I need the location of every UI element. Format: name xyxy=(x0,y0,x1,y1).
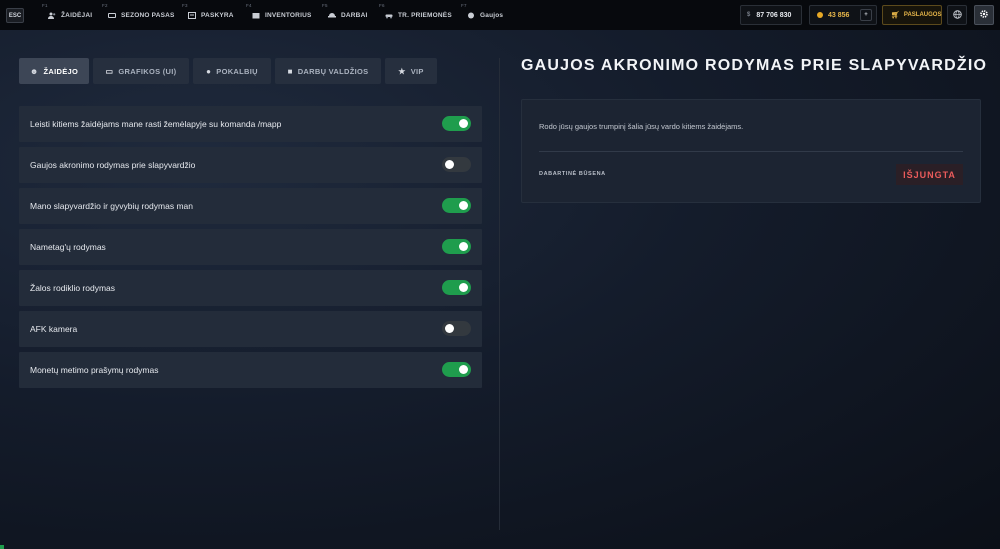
nav-label: Darbai xyxy=(341,11,368,19)
detail-divider xyxy=(539,151,963,152)
tab-label: ŽAIDĖJO xyxy=(43,66,79,76)
pass-icon xyxy=(108,12,116,19)
nav-key: F6 xyxy=(379,3,385,8)
panel-divider xyxy=(499,58,500,530)
setting-label: AFK kamera xyxy=(30,324,78,334)
status-badge: IŠJUNGTA xyxy=(896,164,963,185)
globe-icon xyxy=(952,9,962,21)
nav-account[interactable]: F3 Paskyra xyxy=(182,0,234,30)
esc-button[interactable]: ESC xyxy=(6,8,24,23)
tab-label: DARBŲ VALDŽIOS xyxy=(297,66,369,76)
chat-icon: ● xyxy=(206,66,212,76)
toggle-knob xyxy=(445,160,454,169)
tab-label: GRAFIKOS (UI) xyxy=(118,66,177,76)
nav-label: Inventorius xyxy=(265,11,312,19)
monitor-icon: ▭ xyxy=(105,66,114,76)
nav-season-pass[interactable]: F2 Sezono pasas xyxy=(102,0,175,30)
tab-vip[interactable]: ★ VIP xyxy=(385,58,437,84)
coin-icon xyxy=(817,12,823,18)
nav-key: F2 xyxy=(102,3,108,8)
nav-label: Paskyra xyxy=(201,11,234,19)
tab-label: POKALBIŲ xyxy=(216,66,258,76)
tab-graphics[interactable]: ▭ GRAFIKOS (UI) xyxy=(93,58,189,84)
setting-label: Mano slapyvardžio ir gyvybių rodymas man xyxy=(30,201,193,211)
star-icon: ★ xyxy=(398,66,406,76)
setting-row: Monetų metimo prašymų rodymas xyxy=(19,352,482,388)
setting-label: Leisti kitiems žaidėjams mane rasti žemė… xyxy=(30,119,282,129)
detail-card: Rodo jūsų gaujos trumpinį šalia jūsų var… xyxy=(521,99,981,203)
nav-key: F5 xyxy=(322,3,328,8)
vehicle-icon xyxy=(385,12,393,19)
setting-label: Nametag'ų rodymas xyxy=(30,242,106,252)
tab-player[interactable]: ☻ ŽAIDĖJO xyxy=(19,58,89,84)
tab-chat[interactable]: ● POKALBIŲ xyxy=(193,58,271,84)
toggle-knob xyxy=(459,242,468,251)
money-display: $ 87 706 830 xyxy=(740,5,802,25)
jobs-icon xyxy=(328,12,336,19)
toggle-knob xyxy=(459,283,468,292)
top-bar: ESC F1 Žaidėjai F2 Sezono pasas F3 Pasky… xyxy=(0,0,1000,30)
nav-key: F1 xyxy=(42,3,48,8)
setting-toggle[interactable] xyxy=(442,280,471,295)
setting-row: AFK kamera xyxy=(19,311,482,347)
currency-symbol: $ xyxy=(747,12,751,18)
user-icon: ☻ xyxy=(29,66,39,76)
cart-icon: 🛒︎ xyxy=(891,12,900,19)
gear-icon xyxy=(979,9,989,21)
detail-title: GAUJOS AKRONIMO RODYMAS PRIE SLAPYVARDŽI… xyxy=(521,57,988,74)
briefcase-icon: ■ xyxy=(287,66,293,76)
setting-label: Monetų metimo prašymų rodymas xyxy=(30,365,159,375)
toggle-knob xyxy=(459,119,468,128)
setting-row: Gaujos akronimo rodymas prie slapyvardži… xyxy=(19,147,482,183)
setting-label: Gaujos akronimo rodymas prie slapyvardži… xyxy=(30,160,196,170)
nav-players[interactable]: F1 Žaidėjai xyxy=(42,0,93,30)
add-coins-button[interactable]: + xyxy=(860,9,872,21)
account-icon xyxy=(188,11,196,19)
toggle-knob xyxy=(459,201,468,210)
setting-row: Žalos rodiklio rodymas xyxy=(19,270,482,306)
status-label: DABARTINĖ BŪSENA xyxy=(539,171,606,177)
nav-key: F4 xyxy=(246,3,252,8)
setting-toggle[interactable] xyxy=(442,116,471,131)
nav-jobs[interactable]: F5 Darbai xyxy=(322,0,368,30)
setting-row: Mano slapyvardžio ir gyvybių rodymas man xyxy=(19,188,482,224)
nav-vehicles[interactable]: F6 Tr. priemonės xyxy=(379,0,452,30)
toggle-knob xyxy=(459,365,468,374)
inventory-icon xyxy=(252,12,260,19)
nav-key: F3 xyxy=(182,3,188,8)
setting-row: Leisti kitiems žaidėjams mane rasti žemė… xyxy=(19,106,482,142)
setting-toggle[interactable] xyxy=(442,239,471,254)
setting-row: Nametag'ų rodymas xyxy=(19,229,482,265)
setting-toggle[interactable] xyxy=(442,198,471,213)
detail-description: Rodo jūsų gaujos trumpinį šalia jūsų var… xyxy=(539,122,744,131)
setting-toggle[interactable] xyxy=(442,362,471,377)
setting-toggle[interactable] xyxy=(442,157,471,172)
tab-job-management[interactable]: ■ DARBŲ VALDŽIOS xyxy=(275,58,381,84)
language-button[interactable] xyxy=(947,5,967,25)
services-label: PASLAUGOS xyxy=(903,12,942,18)
services-button[interactable]: 🛒︎ PASLAUGOS xyxy=(882,5,942,25)
gang-icon xyxy=(467,12,475,19)
corner-indicator xyxy=(0,545,4,549)
settings-button[interactable] xyxy=(974,5,994,25)
setting-label: Žalos rodiklio rodymas xyxy=(30,283,116,293)
nav-label: Žaidėjai xyxy=(61,11,93,19)
nav-inventory[interactable]: F4 Inventorius xyxy=(246,0,312,30)
nav-key: F7 xyxy=(461,3,467,8)
nav-label: Sezono pasas xyxy=(121,11,175,19)
toggle-knob xyxy=(445,324,454,333)
tab-label: VIP xyxy=(410,66,424,76)
setting-toggle[interactable] xyxy=(442,321,471,336)
nav-label: Gaujos xyxy=(480,11,504,19)
nav-gangs[interactable]: F7 Gaujos xyxy=(461,0,504,30)
players-icon xyxy=(48,12,56,19)
coins-display: 43 856 + xyxy=(809,5,877,25)
coins-value: 43 856 xyxy=(828,11,850,19)
nav-label: Tr. priemonės xyxy=(398,11,452,19)
money-value: 87 706 830 xyxy=(756,11,792,19)
